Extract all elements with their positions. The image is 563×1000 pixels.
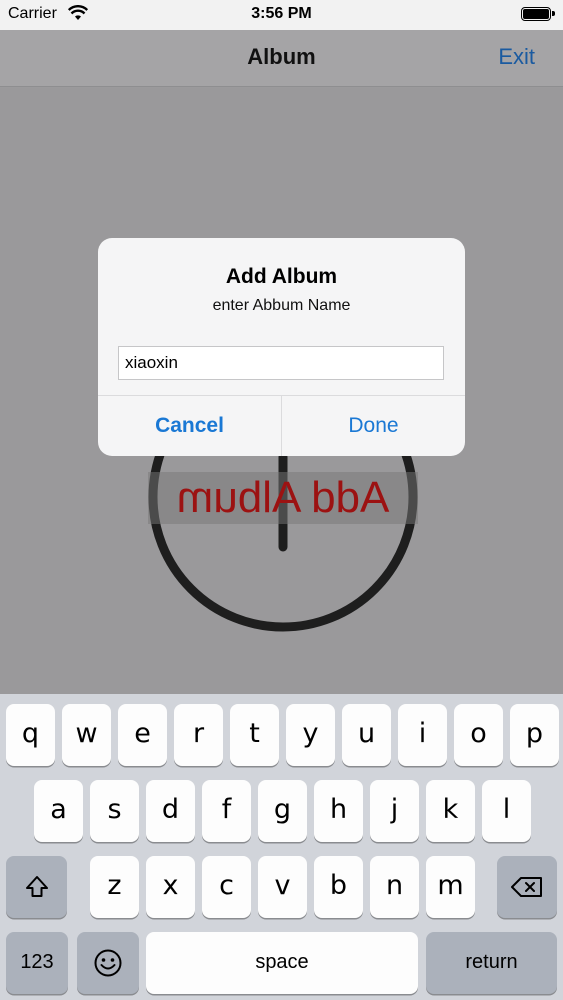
key-k[interactable]: k bbox=[426, 780, 475, 842]
key-g[interactable]: g bbox=[258, 780, 307, 842]
navigation-bar: Album Exit bbox=[0, 30, 563, 87]
key-r[interactable]: r bbox=[174, 704, 223, 766]
status-bar: Carrier 3:56 PM bbox=[0, 0, 563, 30]
key-v[interactable]: v bbox=[258, 856, 307, 918]
add-album-graphic: Add Album bbox=[148, 472, 418, 524]
key-y[interactable]: y bbox=[286, 704, 335, 766]
page-title: Album bbox=[247, 44, 316, 69]
numbers-key[interactable]: 123 bbox=[6, 932, 68, 994]
key-n[interactable]: n bbox=[370, 856, 419, 918]
key-j[interactable]: j bbox=[370, 780, 419, 842]
key-e[interactable]: e bbox=[118, 704, 167, 766]
dialog-message: enter Abbum Name bbox=[212, 297, 351, 314]
key-b[interactable]: b bbox=[314, 856, 363, 918]
status-time: 3:56 PM bbox=[251, 5, 312, 22]
key-p[interactable]: p bbox=[510, 704, 559, 766]
key-w[interactable]: w bbox=[62, 704, 111, 766]
dialog-title: Add Album bbox=[225, 265, 338, 288]
key-t[interactable]: t bbox=[230, 704, 279, 766]
shift-key[interactable] bbox=[6, 856, 67, 918]
add-album-dialog: Add Album enter Abbum Name Cancel Done bbox=[98, 238, 465, 456]
key-i[interactable]: i bbox=[398, 704, 447, 766]
done-button[interactable]: Done bbox=[282, 396, 465, 456]
key-h[interactable]: h bbox=[314, 780, 363, 842]
key-m[interactable]: m bbox=[426, 856, 475, 918]
key-u[interactable]: u bbox=[342, 704, 391, 766]
key-a[interactable]: a bbox=[34, 780, 83, 842]
key-o[interactable]: o bbox=[454, 704, 503, 766]
backspace-icon bbox=[511, 877, 542, 897]
album-name-input[interactable] bbox=[118, 346, 444, 380]
exit-button[interactable]: Exit bbox=[498, 44, 535, 70]
key-l[interactable]: l bbox=[482, 780, 531, 842]
mirrored-add-album-text: Add Album bbox=[176, 473, 390, 522]
key-f[interactable]: f bbox=[202, 780, 251, 842]
key-s[interactable]: s bbox=[90, 780, 139, 842]
return-key[interactable]: return bbox=[426, 932, 557, 994]
cancel-button[interactable]: Cancel bbox=[98, 396, 281, 456]
keyboard: q w e r t y u i o p a s d f g h j k l z … bbox=[0, 694, 563, 1000]
key-d[interactable]: d bbox=[146, 780, 195, 842]
key-q[interactable]: q bbox=[6, 704, 55, 766]
key-c[interactable]: c bbox=[202, 856, 251, 918]
emoji-key[interactable] bbox=[77, 932, 139, 994]
key-x[interactable]: x bbox=[146, 856, 195, 918]
emoji-smiley-icon bbox=[94, 949, 122, 977]
shift-arrow-icon bbox=[25, 876, 48, 897]
delete-key[interactable] bbox=[497, 856, 557, 918]
battery-icon bbox=[521, 7, 555, 21]
space-key[interactable]: space bbox=[146, 932, 418, 994]
key-z[interactable]: z bbox=[90, 856, 139, 918]
